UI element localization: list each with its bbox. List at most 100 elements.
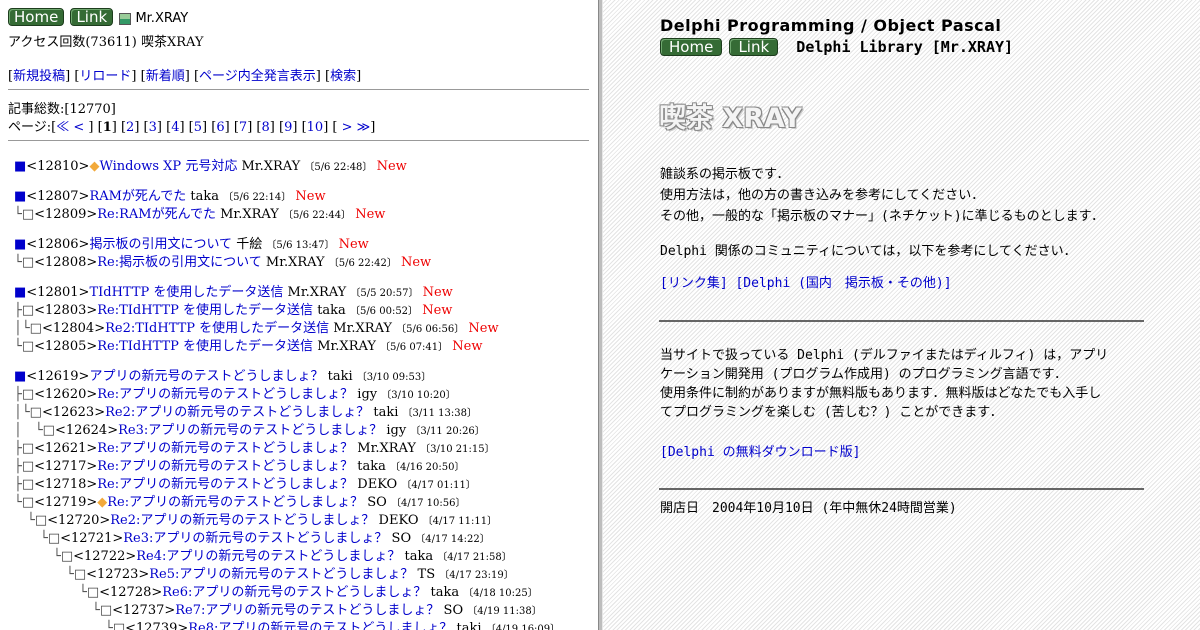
thread-marker-icon: ■ [14,237,27,252]
post-date: 〔4/17 14:22〕 [415,534,490,545]
post-title-link[interactable]: Re:TIdHTTP を使用したデータ送信 [97,303,313,318]
tree-connector: └ [14,531,48,546]
site-name: Mr.XRAY [135,11,189,26]
new-badge: New [422,303,453,318]
pager-page[interactable]: 9 [284,120,292,135]
post-author: taka [430,585,460,600]
pager-page[interactable]: 8 [262,120,270,135]
post-date: 〔4/17 11:11〕 [422,516,498,527]
menu-link[interactable]: 検索 [330,69,356,84]
post-title-link[interactable]: Re:アプリの新元号のテストどうしましょ？ [97,477,353,492]
post-title-link[interactable]: Re2:TIdHTTP を使用したデータ送信 [105,321,329,336]
pager-page[interactable]: 10 [307,120,324,135]
post-title-link[interactable]: Re2:アプリの新元号のテストどうしましょ？ [110,513,374,528]
post-row: └□<12723>Re5:アプリの新元号のテストどうしましょ？ TS 〔4/17… [14,563,514,582]
pager-page[interactable]: 7 [239,120,247,135]
reply-marker-icon: □ [21,441,35,456]
community-links[interactable]: [リンク集] [Delphi (国内 掲示板・その他)] [660,272,952,291]
post-title-link[interactable]: Re5:アプリの新元号のテストどうしましょ？ [149,567,413,582]
home-button[interactable]: Home [660,38,723,56]
post-author: Mr.XRAY [357,441,416,456]
tree-connector: ├ [14,459,22,474]
new-badge: New [295,189,326,204]
pager-page[interactable]: 4 [171,120,179,135]
post-id: <12737> [112,603,176,618]
new-badge: New [400,255,432,270]
post-row: └□<12722>Re4:アプリの新元号のテストどうしましょ？ taka 〔4/… [14,545,512,564]
post-title-link[interactable]: Re7:アプリの新元号のテストどうしましょ？ [175,603,439,618]
post-id: <12806> [26,237,90,252]
post-title-link[interactable]: Re6:アプリの新元号のテストどうしましょ？ [162,585,426,600]
post-title-link[interactable]: Re4:アプリの新元号のテストどうしましょ？ [136,549,400,564]
home-button[interactable]: Home [8,8,65,26]
about-line: 使用条件に制約がありますが無料版もあります．無料版はどなたでも入手し [660,386,1102,401]
post-title-link[interactable]: Re:アプリの新元号のテストどうしましょ？ [97,459,353,474]
post-title-link[interactable]: Re3:アプリの新元号のテストどうしましょ？ [118,423,382,438]
post-date: 〔5/6 22:14〕 [223,192,292,203]
new-badge: New [452,339,483,354]
about-text: 当サイトで扱っている Delphi (デルファイまたはディルフィ) は，アプリ … [660,346,1108,422]
post-title-link[interactable]: 掲示板の引用文について [89,237,232,252]
pager-next[interactable]: > [342,120,353,135]
post-title-link[interactable]: Windows XP 元号対応 [99,159,237,174]
post-row: ├□<12621>Re:アプリの新元号のテストどうしましょ？ Mr.XRAY 〔… [14,437,495,456]
pager-first[interactable]: ≪ [56,120,69,135]
link-button[interactable]: Link [70,8,114,26]
post-date: 〔4/19 11:38〕 [467,606,542,617]
download-link[interactable]: [Delphi の無料ダウンロード版] [660,441,860,460]
pager-page[interactable]: 2 [126,120,134,135]
post-title-link[interactable]: Re3:アプリの新元号のテストどうしましょ？ [123,531,387,546]
thread-marker-icon: ■ [14,189,27,204]
post-row: ■<12807>RAMが死んでた taka 〔5/6 22:14〕 New [14,185,326,204]
post-title-link[interactable]: Re:アプリの新元号のテストどうしましょ？ [97,387,353,402]
pager-last[interactable]: ≫ [357,120,371,135]
menu-link[interactable]: 新着順 [146,69,185,84]
divider [8,140,589,141]
tree-connector: └ [14,567,74,582]
post-date: 〔4/16 20:50〕 [390,462,465,473]
post-title-link[interactable]: Re:アプリの新元号のテストどうしましょ？ [107,495,363,510]
post-title-link[interactable]: アプリの新元号のテストどうしましょ？ [89,369,323,384]
menu-link[interactable]: ページ内全発言表示 [199,69,316,84]
post-date: 〔5/6 22:48〕 [304,162,373,173]
post-title-link[interactable]: Re2:アプリの新元号のテストどうしましょ？ [105,405,369,420]
post-author: taki [327,369,353,384]
post-id: <12807> [26,189,90,204]
post-author: Mr.XRAY [220,207,279,222]
menu-link[interactable]: リロード [79,69,131,84]
reply-marker-icon: □ [42,423,55,438]
library-title: Delphi Library [Mr.XRAY] [796,38,1014,56]
pager-current: 1 [102,120,112,135]
reply-marker-icon: □ [29,321,42,336]
pager-prev[interactable]: < [73,120,84,135]
post-id: <12804> [41,321,106,336]
post-date: 〔4/18 10:25〕 [463,588,538,599]
post-date: 〔5/5 20:57〕 [350,288,419,299]
post-row: └□<12720>Re2:アプリの新元号のテストどうしましょ？ DEKO 〔4/… [14,509,497,528]
link-button[interactable]: Link [729,38,779,56]
post-id: <12620> [34,387,98,402]
post-row: ├□<12718>Re:アプリの新元号のテストどうしましょ？ DEKO 〔4/1… [14,473,476,492]
pager-page[interactable]: 6 [216,120,224,135]
diamond-icon: ◆ [89,159,100,174]
diamond-icon: ◆ [97,495,108,510]
post-title-link[interactable]: TIdHTTP を使用したデータ送信 [89,285,283,300]
post-title-link[interactable]: Re8:アプリの新元号のテストどうしましょ？ [188,621,452,630]
post-row: └□<12808>Re:掲示板の引用文について Mr.XRAY 〔5/6 22:… [14,251,431,270]
pager-page[interactable]: 5 [194,120,202,135]
post-author: taka [357,459,386,474]
menu-link[interactable]: 新規投稿 [13,69,65,84]
post-author: SO [443,603,464,618]
post-title-link[interactable]: Re:掲示板の引用文について [97,255,261,270]
post-title-link[interactable]: Re:TIdHTTP を使用したデータ送信 [97,339,313,354]
post-id: <12719> [34,495,98,510]
pager-page[interactable]: 3 [149,120,157,135]
post-title-link[interactable]: RAMが死んでた [89,189,186,204]
tree-connector: ├ [14,477,22,492]
post-title-link[interactable]: Re:RAMが死んでた [97,207,216,222]
post-id: <12808> [34,255,98,270]
post-author: Mr.XRAY [317,339,376,354]
tree-connector: │└ [14,321,30,336]
post-author: taka [404,549,434,564]
post-title-link[interactable]: Re:アプリの新元号のテストどうしましょ？ [97,441,353,456]
